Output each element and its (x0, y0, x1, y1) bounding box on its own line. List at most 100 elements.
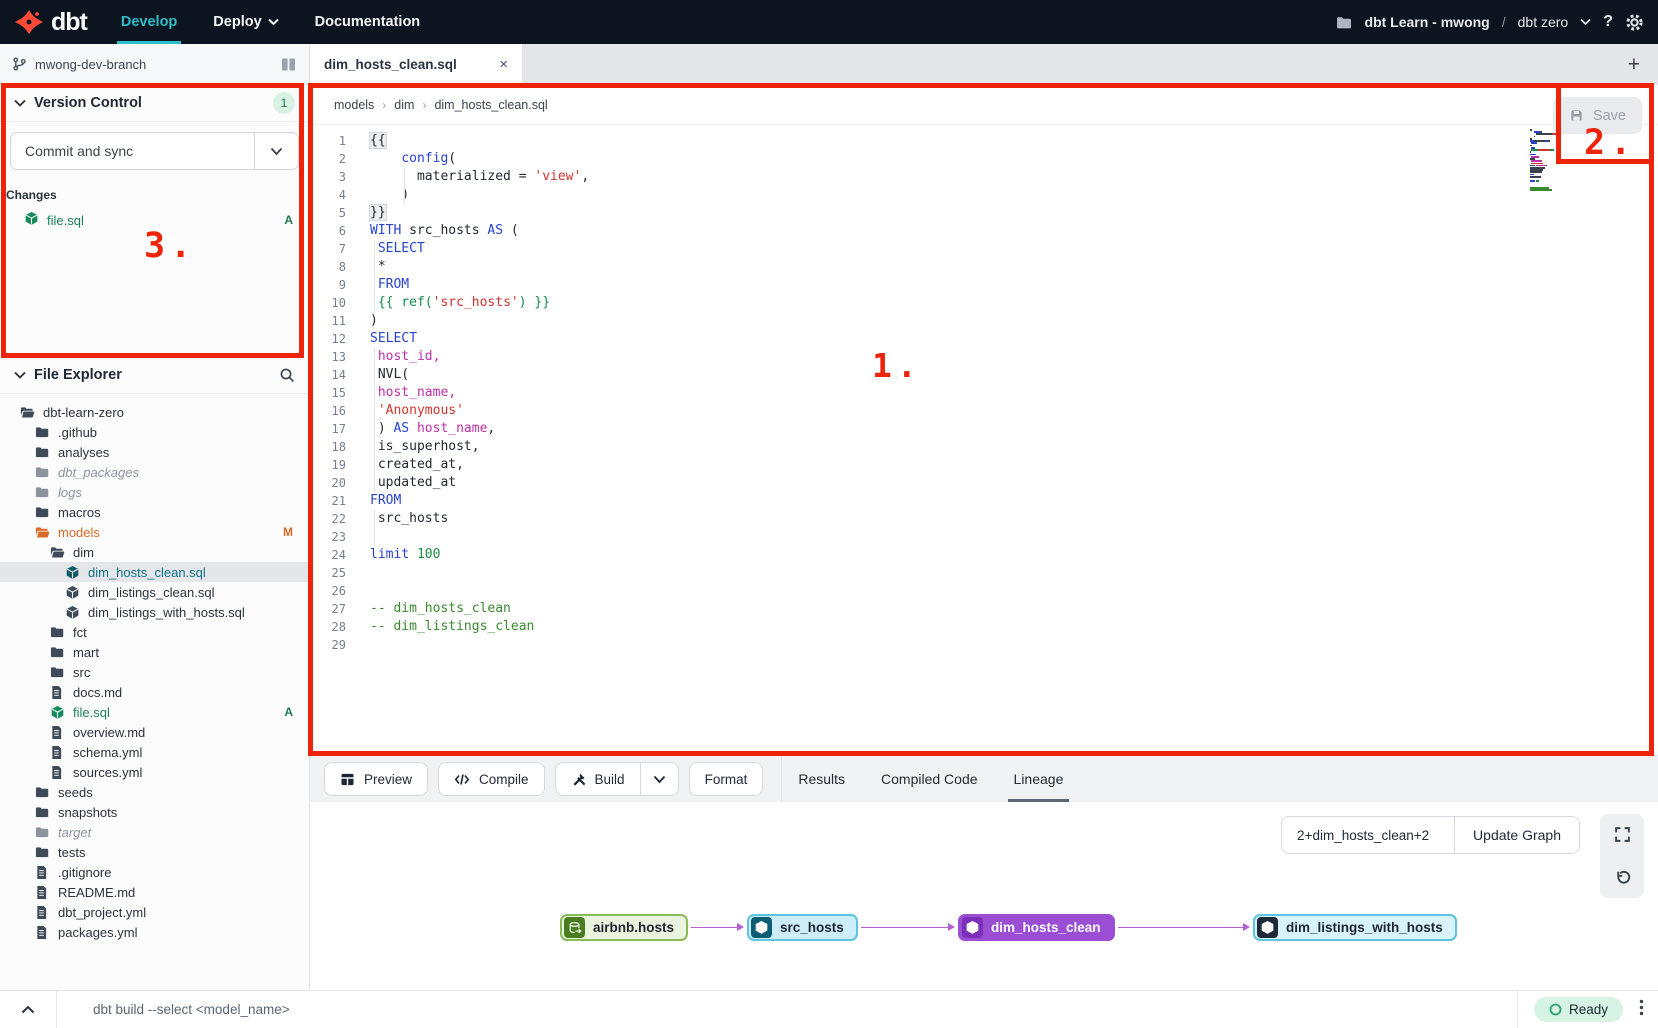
code-line: 26 (310, 582, 1658, 600)
lineage-node-dim-listings-with-hosts[interactable]: dim_listings_with_hosts (1253, 914, 1457, 941)
line-number: 27 (310, 600, 346, 618)
tree-item-docs-md[interactable]: docs.md (0, 682, 309, 702)
tree-item-fct[interactable]: fct (0, 622, 309, 642)
gear-icon[interactable] (1625, 13, 1644, 32)
status-ring-icon (1549, 1003, 1562, 1016)
tree-item-logs[interactable]: logs (0, 482, 309, 502)
editor-minimap[interactable] (1530, 129, 1564, 194)
tree-item-packages-yml[interactable]: packages.yml (0, 922, 309, 942)
file-tree: dbt-learn-zero .githubanalysesdbt_package… (0, 394, 309, 942)
lineage-node-dim-hosts-clean[interactable]: dim_hosts_clean (958, 914, 1115, 941)
tab-compiled-code[interactable]: Compiled Code (881, 756, 978, 802)
tab-dim-hosts-clean[interactable]: dim_hosts_clean.sql × (310, 44, 522, 85)
tree-item-label: dbt-learn-zero (43, 405, 124, 420)
change-status-badge: A (284, 213, 293, 227)
tab-lineage[interactable]: Lineage (1014, 756, 1064, 802)
help-icon[interactable]: ? (1603, 13, 1613, 31)
branch-name[interactable]: mwong-dev-branch (35, 57, 272, 72)
tree-item-analyses[interactable]: analyses (0, 442, 309, 462)
tab-label: dim_hosts_clean.sql (324, 57, 457, 72)
tree-item-dbt-packages[interactable]: dbt_packages (0, 462, 309, 482)
project-name[interactable]: dbt Learn - mwong (1365, 14, 1490, 30)
tree-item-snapshots[interactable]: snapshots (0, 802, 309, 822)
build-split-button: Build (555, 762, 679, 796)
tree-item-label: fct (73, 625, 87, 640)
lineage-node-label: dim_listings_with_hosts (1286, 920, 1443, 935)
build-button[interactable]: Build (556, 763, 640, 795)
new-tab-button[interactable]: + (1610, 44, 1658, 85)
compile-button[interactable]: Compile (438, 762, 545, 796)
tree-item-sources-yml[interactable]: sources.yml (0, 762, 309, 782)
tree-item-macros[interactable]: macros (0, 502, 309, 522)
commit-options-chevron-icon[interactable] (254, 133, 298, 169)
tree-item-models[interactable]: models M (0, 522, 309, 542)
changes-count-badge: 1 (273, 92, 295, 114)
nav-documentation[interactable]: Documentation (315, 0, 421, 44)
tree-item-seeds[interactable]: seeds (0, 782, 309, 802)
compile-button-label: Compile (479, 772, 529, 787)
line-number: 22 (310, 510, 346, 528)
git-status-badge: M (283, 525, 293, 539)
environment-name[interactable]: dbt zero (1518, 14, 1569, 30)
folder-icon (35, 845, 50, 859)
file-explorer-header[interactable]: File Explorer (0, 357, 309, 393)
tree-item-dim[interactable]: dim (0, 542, 309, 562)
tree-item-schema-yml[interactable]: schema.yml (0, 742, 309, 762)
line-number: 21 (310, 492, 346, 510)
code-editor[interactable]: models › dim › dim_hosts_clean.sql Save … (310, 85, 1658, 755)
indent-guide (374, 294, 375, 312)
tree-item-dim-hosts-clean-sql[interactable]: dim_hosts_clean.sql (0, 562, 309, 582)
tree-item-label: models (58, 525, 100, 540)
changed-file-name: file.sql (47, 213, 276, 228)
lineage-node-src-hosts[interactable]: src_hosts (747, 914, 858, 941)
nav-deploy[interactable]: Deploy (213, 0, 278, 44)
commit-and-sync-button[interactable]: Commit and sync (10, 132, 299, 170)
tree-item-dbt-learn-zero[interactable]: dbt-learn-zero (0, 402, 309, 422)
tree-item-dbt-project-yml[interactable]: dbt_project.yml (0, 902, 309, 922)
tree-item-readme-md[interactable]: README.md (0, 882, 309, 902)
tree-item-dim-listings-with-hosts-sql[interactable]: dim_listings_with_hosts.sql (0, 602, 309, 622)
chevron-up-icon[interactable] (0, 991, 56, 1028)
breadcrumb-models[interactable]: models (334, 98, 374, 112)
code-line: 22 src_hosts (310, 510, 1658, 528)
breadcrumb: models › dim › dim_hosts_clean.sql (310, 85, 1658, 125)
changed-file-row[interactable]: file.sql A (0, 208, 309, 232)
tree-item--gitignore[interactable]: .gitignore (0, 862, 309, 882)
model-icon (65, 585, 80, 600)
tree-item-src[interactable]: src (0, 662, 309, 682)
build-options-chevron-icon[interactable] (640, 763, 678, 795)
docs-book-icon[interactable] (280, 57, 297, 72)
tree-item-dim-listings-clean-sql[interactable]: dim_listings_clean.sql (0, 582, 309, 602)
tree-item-target[interactable]: target (0, 822, 309, 842)
kebab-menu-icon[interactable] (1637, 999, 1658, 1021)
format-button[interactable]: Format (689, 762, 764, 796)
command-input[interactable]: dbt build --select <model_name> (57, 1002, 1517, 1017)
version-control-header[interactable]: Version Control 1 (0, 85, 309, 121)
code-line: 5}} (310, 204, 1658, 222)
breadcrumb-file[interactable]: dim_hosts_clean.sql (434, 98, 547, 112)
breadcrumb-dim[interactable]: dim (394, 98, 414, 112)
environment-chevron-down-icon[interactable] (1580, 18, 1591, 26)
dbt-logo-text: dbt (51, 8, 87, 37)
chevron-down-icon (14, 99, 26, 107)
line-number: 2 (310, 150, 346, 168)
search-icon[interactable] (279, 367, 295, 383)
tree-item--github[interactable]: .github (0, 422, 309, 442)
tree-item-file-sql[interactable]: file.sqlA (0, 702, 309, 722)
close-icon[interactable]: × (499, 56, 508, 73)
top-navigation-bar: dbt Develop Deploy Documentation dbt Lea… (0, 0, 1658, 44)
dbt-logo-icon (14, 7, 44, 37)
tree-item-label: dim (73, 545, 94, 560)
code-line: 23 (310, 528, 1658, 546)
tree-item-overview-md[interactable]: overview.md (0, 722, 309, 742)
nav-develop[interactable]: Develop (121, 0, 177, 44)
preview-button[interactable]: Preview (324, 762, 428, 796)
tree-item-tests[interactable]: tests (0, 842, 309, 862)
dbt-logo[interactable]: dbt (14, 7, 87, 37)
save-button[interactable]: Save (1553, 97, 1642, 134)
tree-item-mart[interactable]: mart (0, 642, 309, 662)
ide-status-badge[interactable]: Ready (1534, 997, 1623, 1022)
lineage-node-airbnb-hosts[interactable]: airbnb.hosts (560, 914, 688, 941)
file-icon (35, 885, 50, 900)
tab-results[interactable]: Results (798, 756, 845, 802)
